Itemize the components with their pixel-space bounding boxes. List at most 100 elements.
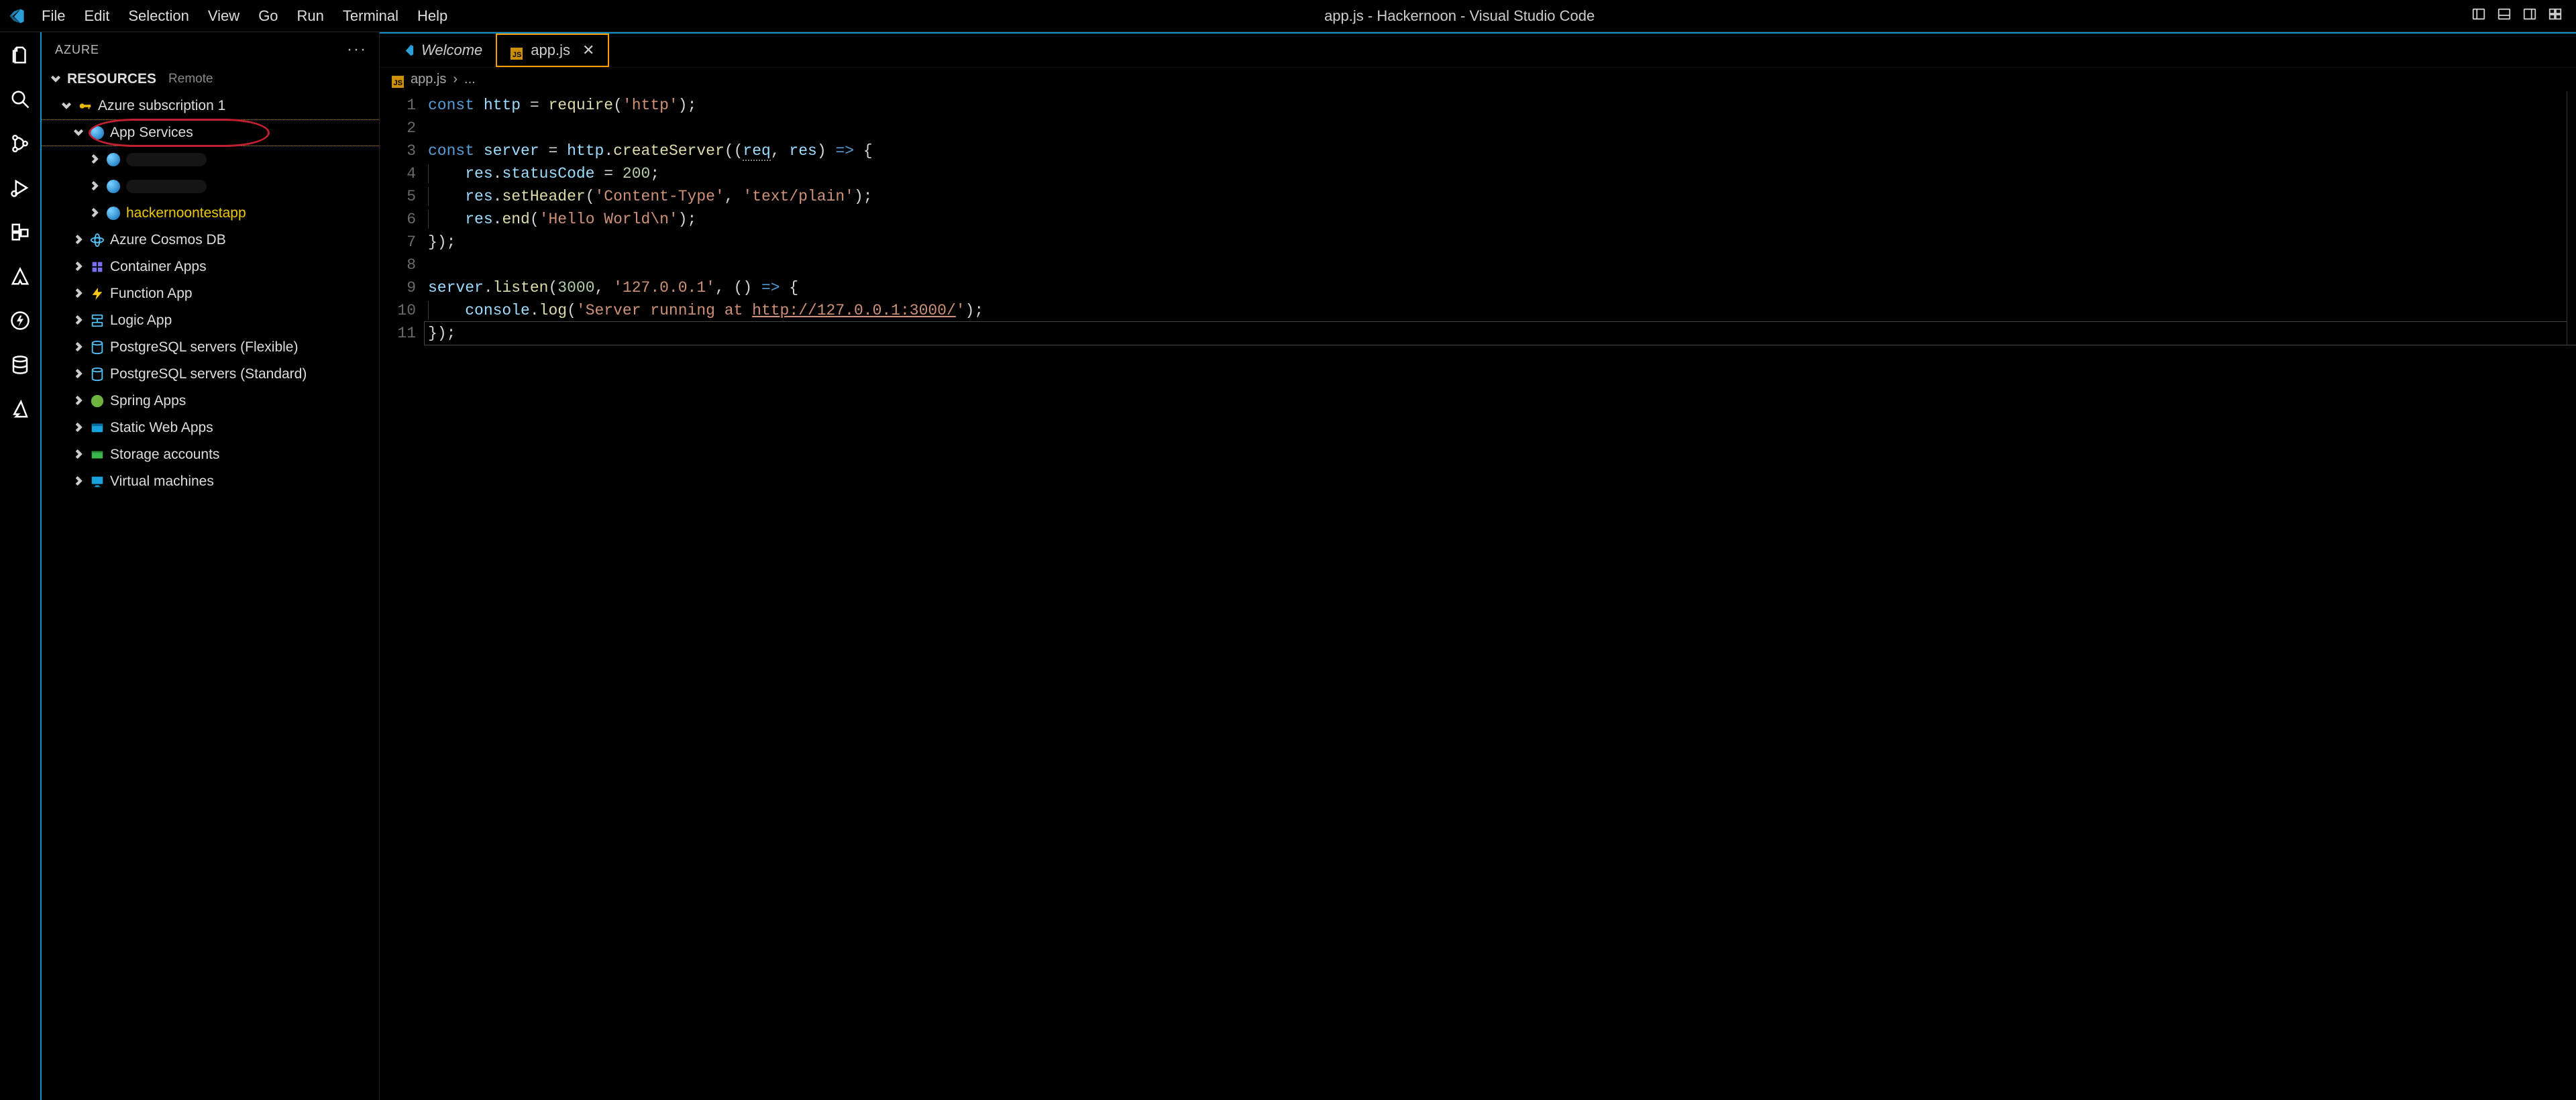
tree-resource-type[interactable]: Function App bbox=[42, 280, 379, 307]
azure-side-panel: AZURE ··· RESOURCES Remote Azure subscri… bbox=[40, 32, 380, 1100]
globe-icon bbox=[106, 152, 121, 167]
resource-type-label: Virtual machines bbox=[110, 474, 214, 490]
tab-label: app.js bbox=[531, 42, 570, 59]
database-icon[interactable] bbox=[9, 354, 31, 376]
run-debug-icon[interactable] bbox=[9, 177, 31, 199]
chevron-right-icon bbox=[74, 286, 85, 302]
resource-type-label: PostgreSQL servers (Standard) bbox=[110, 366, 307, 382]
tab-welcome[interactable]: Welcome bbox=[388, 34, 496, 67]
code-lines[interactable]: const http = require('http');const serve… bbox=[428, 94, 2576, 345]
menu-selection[interactable]: Selection bbox=[128, 7, 189, 25]
tab-bar: Welcome JS app.js ✕ bbox=[380, 34, 2576, 67]
resource-type-label: Container Apps bbox=[110, 259, 207, 275]
chevron-right-icon bbox=[74, 420, 85, 436]
vscode-logo-icon bbox=[8, 7, 25, 25]
main-menu: File Edit Selection View Go Run Terminal… bbox=[42, 7, 447, 25]
container-icon bbox=[90, 260, 105, 274]
cosmos-icon bbox=[90, 233, 105, 248]
chevron-down-icon bbox=[62, 98, 72, 114]
tree-app-service-item[interactable] bbox=[42, 146, 379, 173]
toggle-sidebar-icon[interactable] bbox=[2471, 7, 2486, 25]
menu-view[interactable]: View bbox=[208, 7, 239, 25]
tree-subscription[interactable]: Azure subscription 1 bbox=[42, 93, 379, 119]
section-suffix: Remote bbox=[168, 72, 213, 87]
breadcrumbs[interactable]: JS app.js › ... bbox=[380, 67, 2576, 91]
subscription-label: Azure subscription 1 bbox=[98, 98, 225, 114]
line-numbers: 1234567891011 bbox=[380, 94, 428, 345]
atlassian-icon[interactable] bbox=[9, 266, 31, 287]
chevron-right-icon bbox=[74, 232, 85, 248]
tree-resource-type[interactable]: Container Apps bbox=[42, 254, 379, 280]
resource-type-label: Spring Apps bbox=[110, 393, 186, 409]
chevron-down-icon bbox=[51, 71, 62, 87]
source-control-icon[interactable] bbox=[9, 133, 31, 154]
vscode-logo-icon bbox=[401, 44, 415, 57]
globe-icon bbox=[106, 179, 121, 194]
redacted-label bbox=[126, 180, 207, 193]
menu-run[interactable]: Run bbox=[297, 7, 324, 25]
tree-resource-type[interactable]: Spring Apps bbox=[42, 388, 379, 415]
tree-resource-type[interactable]: Logic App bbox=[42, 307, 379, 334]
resource-type-label: Function App bbox=[110, 286, 193, 302]
logic-icon bbox=[90, 313, 105, 328]
tree-resource-type[interactable]: Virtual machines bbox=[42, 468, 379, 495]
menu-go[interactable]: Go bbox=[258, 7, 278, 25]
tree-resource-type[interactable]: Static Web Apps bbox=[42, 415, 379, 441]
vm-icon bbox=[90, 474, 105, 489]
chevron-right-icon bbox=[74, 474, 85, 490]
tree-app-service-item[interactable]: hackernoontestapp bbox=[42, 200, 379, 227]
resource-type-label: PostgreSQL servers (Flexible) bbox=[110, 339, 298, 355]
section-resources[interactable]: RESOURCES Remote bbox=[42, 66, 379, 93]
resource-tree: RESOURCES Remote Azure subscription 1 Ap… bbox=[42, 66, 379, 495]
editor-area: Welcome JS app.js ✕ JS app.js › ... 1234… bbox=[380, 32, 2576, 1100]
customize-layout-icon[interactable] bbox=[2548, 7, 2563, 25]
title-bar: File Edit Selection View Go Run Terminal… bbox=[0, 0, 2576, 32]
close-icon[interactable]: ✕ bbox=[582, 42, 594, 59]
tab-appjs[interactable]: JS app.js ✕ bbox=[496, 34, 609, 67]
extensions-icon[interactable] bbox=[9, 221, 31, 243]
menu-terminal[interactable]: Terminal bbox=[343, 7, 398, 25]
chevron-right-icon bbox=[74, 393, 85, 409]
chevron-down-icon bbox=[74, 125, 85, 141]
window-title: app.js - Hackernoon - Visual Studio Code bbox=[464, 7, 2455, 25]
globe-icon bbox=[106, 206, 121, 221]
minimap[interactable] bbox=[2567, 91, 2576, 345]
chevron-right-icon bbox=[90, 152, 101, 168]
azure-icon[interactable] bbox=[9, 398, 31, 420]
storage-icon bbox=[90, 447, 105, 462]
db-icon bbox=[90, 367, 105, 382]
menu-help[interactable]: Help bbox=[417, 7, 447, 25]
tree-resource-type[interactable]: PostgreSQL servers (Flexible) bbox=[42, 334, 379, 361]
chevron-right-icon bbox=[74, 259, 85, 275]
tree-resource-type[interactable]: Storage accounts bbox=[42, 441, 379, 468]
search-icon[interactable] bbox=[9, 89, 31, 110]
section-label: RESOURCES bbox=[67, 71, 156, 87]
db-icon bbox=[90, 340, 105, 355]
chevron-right-icon bbox=[90, 178, 101, 195]
tab-label: Welcome bbox=[421, 42, 482, 59]
menu-file[interactable]: File bbox=[42, 7, 65, 25]
toggle-secondary-sidebar-icon[interactable] bbox=[2522, 7, 2537, 25]
breadcrumb-rest: ... bbox=[464, 72, 476, 87]
breadcrumb-file: app.js bbox=[411, 72, 446, 87]
tree-app-service-item[interactable] bbox=[42, 173, 379, 200]
tree-app-services[interactable]: App Services bbox=[42, 119, 379, 146]
sidepanel-title: AZURE bbox=[55, 43, 99, 57]
chevron-right-icon bbox=[74, 366, 85, 382]
resource-type-label: Azure Cosmos DB bbox=[110, 232, 226, 248]
toggle-panel-icon[interactable] bbox=[2497, 7, 2512, 25]
layout-controls bbox=[2471, 7, 2563, 25]
tree-resource-type[interactable]: PostgreSQL servers (Standard) bbox=[42, 361, 379, 388]
breadcrumb-sep: › bbox=[453, 72, 458, 87]
activity-bar bbox=[0, 32, 40, 1100]
redacted-label bbox=[126, 153, 207, 166]
tree-resource-type[interactable]: Azure Cosmos DB bbox=[42, 227, 379, 254]
menu-edit[interactable]: Edit bbox=[84, 7, 109, 25]
chevron-right-icon bbox=[74, 339, 85, 355]
code-editor[interactable]: 1234567891011 const http = require('http… bbox=[380, 91, 2576, 345]
more-actions-icon[interactable]: ··· bbox=[347, 40, 367, 59]
key-icon bbox=[78, 99, 93, 113]
explorer-icon[interactable] bbox=[9, 44, 31, 66]
spring-icon bbox=[90, 394, 105, 408]
azure-functions-icon[interactable] bbox=[9, 310, 31, 331]
